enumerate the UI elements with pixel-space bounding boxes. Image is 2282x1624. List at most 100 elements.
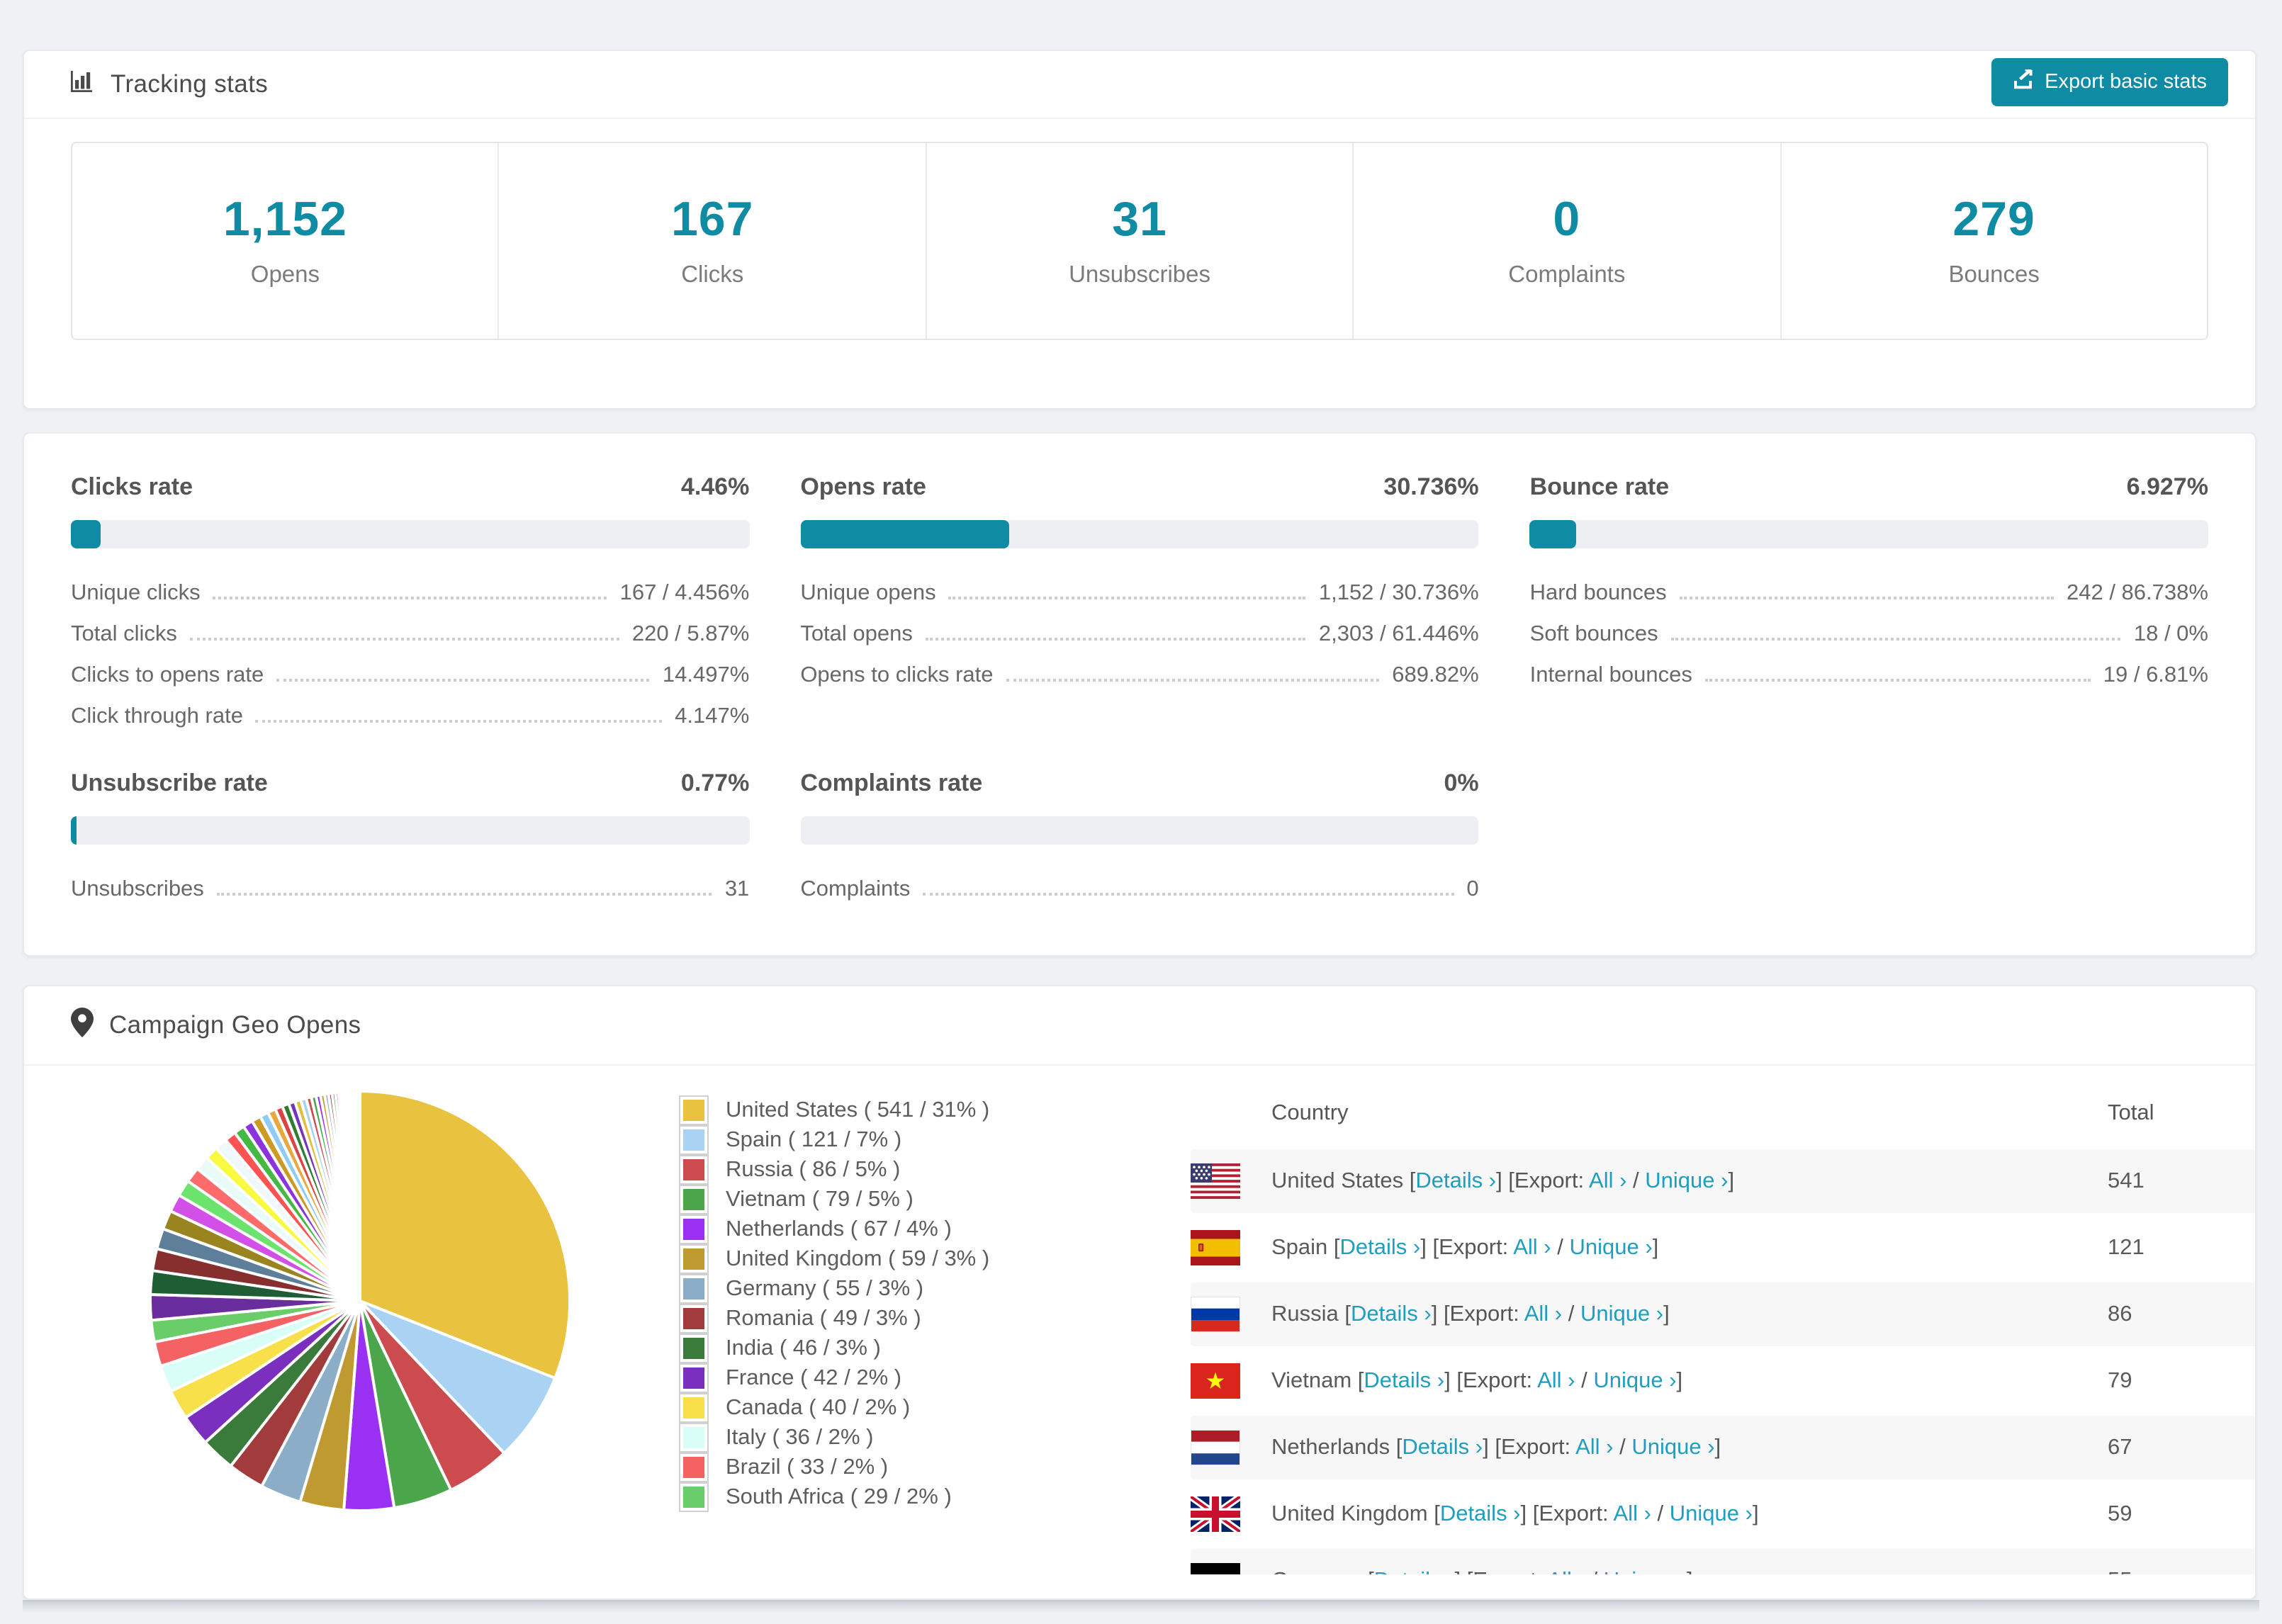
metric-value: 1,152 / 30.736% (1318, 581, 1479, 605)
column-header-total: Total (2108, 1101, 2154, 1125)
pie-slice (356, 1089, 361, 1302)
country-name: United States (1271, 1168, 1410, 1192)
dotted-leader (923, 893, 1454, 896)
legend-item: United Kingdom ( 59 / 3% ) (679, 1244, 989, 1274)
rate-progress-fill (71, 520, 101, 548)
export-all-link[interactable]: All › (1537, 1368, 1575, 1392)
metric-value: 4.147% (675, 704, 750, 728)
legend-swatch (679, 1453, 709, 1482)
legend-swatch (679, 1125, 709, 1155)
export-button-label: Export basic stats (2045, 71, 2207, 94)
export-all-link[interactable]: All › (1524, 1302, 1562, 1326)
metric-value: 18 / 0% (2133, 622, 2208, 646)
details-link[interactable]: Details › (1415, 1168, 1496, 1192)
export-unique-link[interactable]: Unique › (1593, 1368, 1676, 1392)
legend-item: Spain ( 121 / 7% ) (679, 1125, 989, 1155)
metric-label: Hard bounces (1529, 581, 1667, 605)
bracket-text: ] [Export: (1420, 1235, 1514, 1259)
rate-head: Clicks rate 4.46% (71, 473, 749, 502)
rate-rows: Hard bounces 242 / 86.738% Soft bounces 18 … (1530, 568, 2208, 692)
export-unique-link[interactable]: Unique › (1670, 1501, 1753, 1526)
metric-value: 14.497% (662, 663, 750, 687)
stat-value: 31 (1112, 193, 1167, 247)
metric-row: Total clicks 220 / 5.87% (71, 609, 749, 650)
stat-value: 1,152 (223, 193, 347, 247)
rate-value: 6.927% (2126, 473, 2208, 500)
legend-label: South Africa ( 29 / 2% ) (726, 1484, 952, 1509)
geo-table-row: Spain [Details ›] [Export: All › / Uniqu… (1191, 1216, 2255, 1280)
rate-rows: Unique opens 1,152 / 30.736% Total opens 2,… (800, 568, 1478, 692)
dotted-leader (1670, 638, 2121, 641)
metric-value: 0 (1466, 877, 1479, 901)
campaign-overview-page: Tracking stats Export basic stats 1,152 O… (0, 0, 2282, 1624)
details-link[interactable]: Details › (1440, 1501, 1521, 1526)
export-unique-link[interactable]: Unique › (1604, 1568, 1687, 1574)
export-unique-link[interactable]: Unique › (1569, 1235, 1652, 1259)
stat-label: Complaints (1508, 262, 1626, 288)
metric-value: 167 / 4.456% (619, 581, 750, 605)
country-total: 67 (2108, 1435, 2132, 1459)
rate-title: Unsubscribe rate (71, 769, 268, 796)
legend-swatch (679, 1185, 709, 1214)
export-all-link[interactable]: All › (1513, 1235, 1551, 1259)
country-total: 86 (2108, 1302, 2132, 1326)
bracket-text: ] [Export: (1431, 1302, 1524, 1326)
export-all-link[interactable]: All › (1614, 1501, 1651, 1526)
details-link[interactable]: Details › (1340, 1235, 1421, 1259)
slash-separator: / (1562, 1302, 1580, 1326)
geo-row-text: Germany [Details ›] [Export: All › / Uni… (1271, 1568, 1693, 1574)
stat-label: Opens (250, 262, 320, 288)
rate-title: Clicks rate (71, 473, 193, 500)
country-name: Spain (1271, 1235, 1334, 1259)
export-all-link[interactable]: All › (1575, 1435, 1613, 1459)
stat-cell: 279 Bounces (1780, 143, 2207, 339)
country-total: 541 (2108, 1168, 2145, 1192)
rate-section: Complaints rate 0% Complaints 0 (800, 769, 1479, 906)
country-name: Netherlands (1271, 1435, 1396, 1459)
details-link[interactable]: Details › (1374, 1568, 1455, 1574)
export-unique-link[interactable]: Unique › (1645, 1168, 1728, 1192)
legend-item: United States ( 541 / 31% ) (679, 1095, 989, 1125)
rate-progress-track (71, 816, 750, 845)
legend-label: Italy ( 36 / 2% ) (726, 1425, 874, 1449)
bracket-text: ] [Export: (1496, 1168, 1590, 1192)
stat-value: 279 (1952, 193, 2035, 247)
details-link[interactable]: Details › (1402, 1435, 1483, 1459)
export-all-link[interactable]: All › (1547, 1568, 1585, 1574)
legend-label: United Kingdom ( 59 / 3% ) (726, 1246, 990, 1270)
stat-cell: 1,152 Opens (72, 143, 498, 339)
legend-swatch (679, 1482, 709, 1512)
details-link[interactable]: Details › (1364, 1368, 1444, 1392)
export-basic-stats-button[interactable]: Export basic stats (1991, 58, 2228, 106)
metric-value: 2,303 / 61.446% (1318, 622, 1479, 646)
metric-label: Total opens (800, 622, 913, 646)
slash-separator: / (1651, 1501, 1670, 1526)
metric-label: Unsubscribes (71, 877, 204, 901)
legend-label: Vietnam ( 79 / 5% ) (726, 1187, 914, 1211)
rate-progress-track (71, 520, 750, 548)
legend-label: Spain ( 121 / 7% ) (726, 1127, 902, 1151)
geo-title: Campaign Geo Opens (109, 1010, 361, 1039)
legend-swatch (679, 1333, 709, 1363)
legend-label: Russia ( 86 / 5% ) (726, 1157, 901, 1181)
slash-separator: / (1575, 1368, 1594, 1392)
dotted-leader (216, 893, 712, 896)
country-total: 79 (2108, 1368, 2132, 1392)
legend-swatch (679, 1214, 709, 1244)
tracking-stats-header: Tracking stats (24, 51, 2255, 119)
rate-title: Opens rate (800, 473, 926, 500)
export-unique-link[interactable]: Unique › (1580, 1302, 1663, 1326)
export-all-link[interactable]: All › (1589, 1168, 1626, 1192)
legend-swatch (679, 1393, 709, 1423)
metric-label: Soft bounces (1529, 622, 1658, 646)
bracket-text: ] [Export: (1444, 1368, 1538, 1392)
details-link[interactable]: Details › (1351, 1302, 1432, 1326)
rate-progress-track (1529, 520, 2208, 548)
geo-table-rows: United States [Details ›] [Export: All ›… (1191, 1149, 2255, 1574)
rates-grid: Clicks rate 4.46% Unique clicks 167 / 4.456… (71, 473, 2208, 906)
rate-rows: Unique clicks 167 / 4.456% Total clicks 220… (71, 568, 749, 733)
bracket-text: ] [Export: (1483, 1435, 1576, 1459)
export-unique-link[interactable]: Unique › (1631, 1435, 1714, 1459)
metric-row: Click through rate 4.147% (71, 692, 749, 733)
legend-item: Vietnam ( 79 / 5% ) (679, 1185, 989, 1214)
